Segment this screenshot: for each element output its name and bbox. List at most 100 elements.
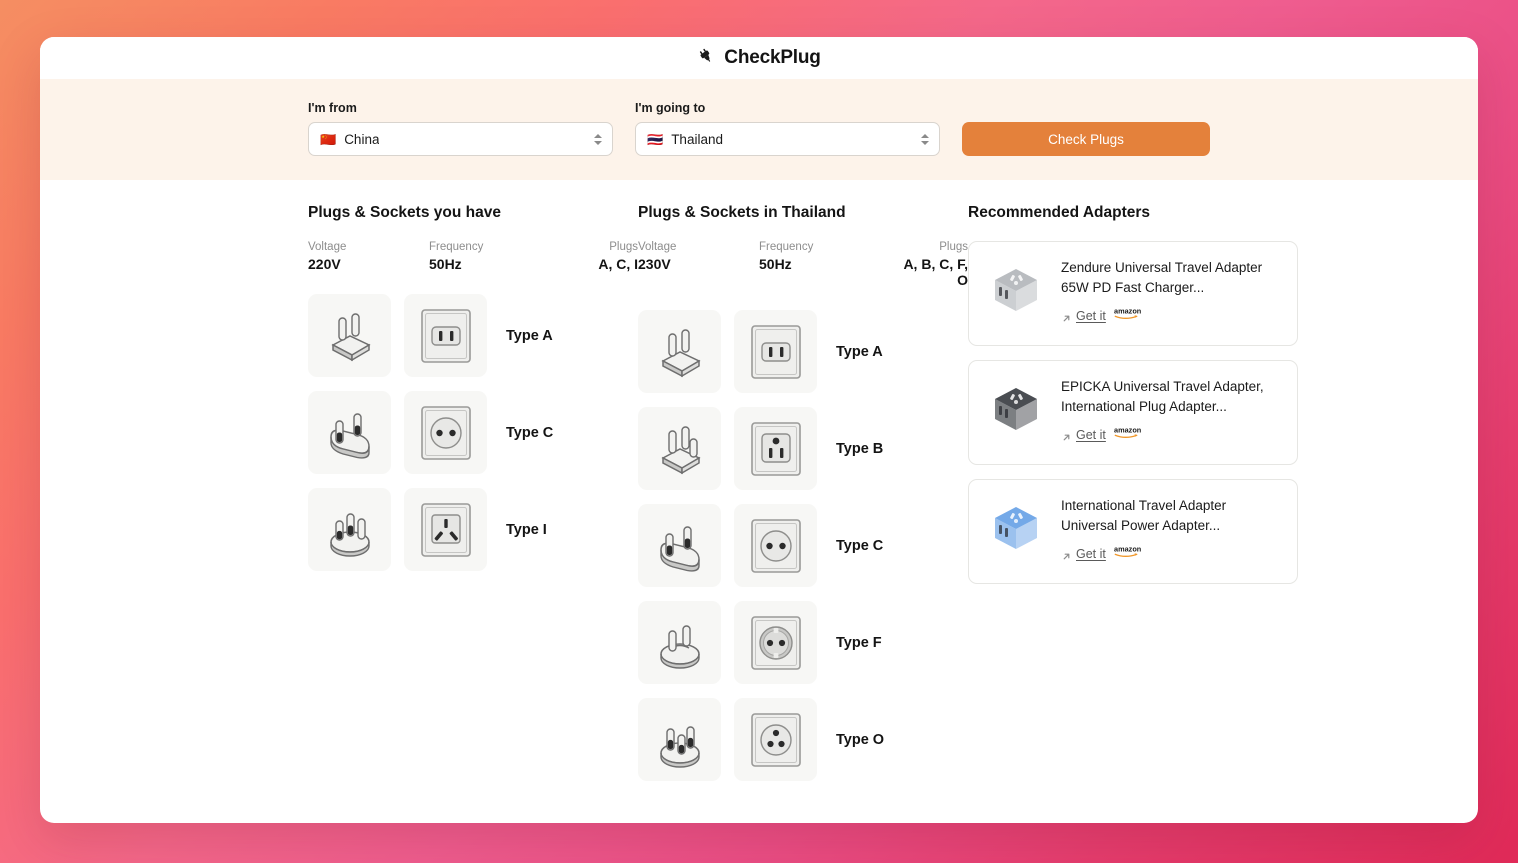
plug-row: Type F [638, 601, 968, 684]
spec-value: A, C, I [598, 256, 638, 272]
socket-image-f [734, 601, 817, 684]
source-spec-plugs: Plugs A, C, I [569, 241, 638, 272]
get-it-link[interactable]: Get it amazon [1061, 425, 1154, 444]
origin-flag-icon: 🇨🇳 [320, 131, 337, 147]
spec-label: Voltage [638, 241, 677, 253]
adapter-info: International Travel Adapter Universal P… [1061, 494, 1282, 567]
external-link-icon [1061, 430, 1071, 441]
plug-type-label: Type A [836, 343, 883, 360]
get-it-label: Get it [1076, 427, 1106, 442]
adapter-card[interactable]: EPICKA Universal Travel Adapter, Interna… [968, 360, 1298, 465]
destination-specs: Voltage 230V Frequency 50Hz Plugs A, B, … [638, 241, 968, 288]
amazon-logo-icon: amazon [1114, 544, 1154, 563]
get-it-link[interactable]: Get it amazon [1061, 544, 1154, 563]
socket-image-a [404, 294, 487, 377]
destination-spec-frequency: Frequency 50Hz [759, 241, 899, 288]
destination-value: Thailand [671, 131, 723, 147]
spec-label: Frequency [759, 241, 814, 253]
svg-text:amazon: amazon [1114, 545, 1142, 554]
socket-image-i [404, 488, 487, 571]
search-form: I'm from 🇨🇳 China I'm going to 🇹🇭 Thaila… [40, 79, 1478, 180]
plug-row: Type I [308, 488, 638, 571]
titlebar: CheckPlug [40, 37, 1478, 79]
adapter-card[interactable]: International Travel Adapter Universal P… [968, 479, 1298, 584]
plug-image-c [308, 391, 391, 474]
chevron-updown-icon [593, 130, 602, 148]
plug-type-label: Type A [506, 327, 553, 344]
plug-row: Type B [638, 407, 968, 490]
app-title: CheckPlug [724, 47, 821, 68]
destination-spec-plugs: Plugs A, B, C, F, O [899, 241, 968, 288]
source-specs: Voltage 220V Frequency 50Hz Plugs A, C, … [308, 241, 638, 272]
destination-flag-icon: 🇹🇭 [647, 131, 664, 147]
adapter-name: EPICKA Universal Travel Adapter, Interna… [1061, 379, 1264, 414]
plug-image-a [638, 310, 721, 393]
plug-type-label: Type C [506, 424, 554, 441]
app-window: CheckPlug I'm from 🇨🇳 China I'm going to… [40, 37, 1478, 823]
plug-row: Type C [638, 504, 968, 587]
spec-value: A, B, C, F, O [903, 256, 968, 288]
source-spec-frequency: Frequency 50Hz [429, 241, 569, 272]
plug-row: Type A [638, 310, 968, 393]
destination-column: Plugs & Sockets in Thailand Voltage 230V… [638, 204, 968, 781]
spec-value: 50Hz [429, 256, 462, 272]
adapter-info: Zendure Universal Travel Adapter 65W PD … [1061, 256, 1282, 329]
origin-label: I'm from [308, 101, 357, 115]
plug-row: Type A [308, 294, 638, 377]
destination-plug-list: Type A Type B Type C Type F Type O [638, 310, 968, 781]
plug-type-label: Type B [836, 440, 884, 457]
plug-type-label: Type O [836, 731, 885, 748]
socket-image-o [734, 698, 817, 781]
destination-label: I'm going to [635, 101, 706, 115]
origin-select[interactable]: 🇨🇳 China [308, 122, 613, 156]
adapter-name: Zendure Universal Travel Adapter 65W PD … [1061, 260, 1263, 295]
destination-spec-voltage: Voltage 230V [638, 241, 759, 288]
adapter-thumbnail [984, 259, 1048, 323]
chevron-updown-icon [920, 130, 929, 148]
adapter-card-list: Zendure Universal Travel Adapter 65W PD … [968, 241, 1298, 584]
get-it-link[interactable]: Get it amazon [1061, 306, 1154, 325]
spec-label: Voltage [308, 241, 347, 253]
spec-value: 50Hz [759, 256, 792, 272]
get-it-label: Get it [1076, 308, 1106, 323]
adapter-thumbnail [984, 378, 1048, 442]
destination-title: Plugs & Sockets in Thailand [638, 204, 846, 221]
svg-text:amazon: amazon [1114, 426, 1142, 435]
socket-image-a [734, 310, 817, 393]
socket-image-c [734, 504, 817, 587]
spec-label: Plugs [939, 241, 968, 253]
adapter-card[interactable]: Zendure Universal Travel Adapter 65W PD … [968, 241, 1298, 346]
source-title: Plugs & Sockets you have [308, 204, 501, 221]
get-it-label: Get it [1076, 546, 1106, 561]
plug-image-c [638, 504, 721, 587]
plug-image-a [308, 294, 391, 377]
spec-value: 220V [308, 256, 341, 272]
adapters-column: Recommended Adapters Zendure Universal T… [968, 204, 1298, 780]
socket-image-b [734, 407, 817, 490]
source-plug-list: Type A Type C Type I [308, 294, 638, 571]
amazon-logo-icon: amazon [1114, 306, 1154, 325]
socket-image-c [404, 391, 487, 474]
plug-row: Type C [308, 391, 638, 474]
plug-image-i [308, 488, 391, 571]
origin-value: China [344, 131, 380, 147]
external-link-icon [1061, 311, 1071, 322]
spec-value: 230V [638, 256, 671, 272]
plug-image-b [638, 407, 721, 490]
plug-icon [697, 47, 715, 68]
plug-image-o [638, 698, 721, 781]
svg-text:amazon: amazon [1114, 307, 1142, 316]
plug-image-f [638, 601, 721, 684]
results-area: Plugs & Sockets you have Voltage 220V Fr… [40, 180, 1478, 781]
adapter-thumbnail [984, 497, 1048, 561]
check-plugs-button[interactable]: Check Plugs [962, 122, 1210, 156]
adapter-info: EPICKA Universal Travel Adapter, Interna… [1061, 375, 1282, 448]
destination-select[interactable]: 🇹🇭 Thailand [635, 122, 940, 156]
adapter-name: International Travel Adapter Universal P… [1061, 498, 1227, 533]
plug-type-label: Type C [836, 537, 884, 554]
plug-type-label: Type I [506, 521, 547, 538]
spec-label: Plugs [609, 241, 638, 253]
destination-field: I'm going to 🇹🇭 Thailand [635, 101, 940, 156]
origin-field: I'm from 🇨🇳 China [308, 101, 613, 156]
spec-label: Frequency [429, 241, 484, 253]
